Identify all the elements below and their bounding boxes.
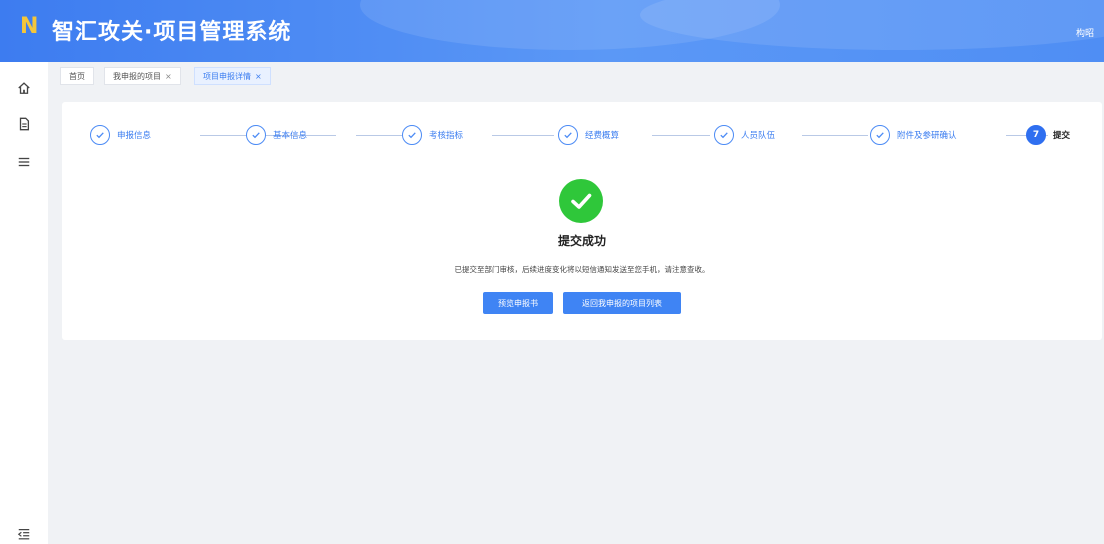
home-icon[interactable] bbox=[14, 78, 34, 98]
step-connector bbox=[802, 135, 868, 136]
header-decoration bbox=[640, 0, 1104, 50]
step-5: 人员队伍 bbox=[714, 124, 775, 146]
step-2: 基本信息 bbox=[246, 124, 307, 146]
top-header: N 智汇攻关·项目管理系统 构昭 bbox=[0, 0, 1104, 62]
result-title: 提交成功 bbox=[557, 234, 606, 248]
app-title: 智汇攻关·项目管理系统 bbox=[52, 20, 292, 45]
check-icon bbox=[246, 125, 266, 145]
tab-bar: 首页 我申报的项目 × 项目申报详情 × bbox=[48, 62, 1104, 92]
preview-application-button[interactable]: 预览申报书 bbox=[483, 292, 553, 314]
step-label: 经费概算 bbox=[585, 131, 620, 141]
tab-home[interactable]: 首页 bbox=[60, 67, 94, 85]
check-icon bbox=[558, 125, 578, 145]
step-connector bbox=[356, 135, 402, 136]
check-icon bbox=[90, 125, 110, 145]
step-label: 附件及参研确认 bbox=[897, 131, 957, 141]
step-label: 提交 bbox=[1053, 131, 1071, 141]
tab-my-projects[interactable]: 我申报的项目 × bbox=[104, 67, 181, 85]
user-name[interactable]: 构昭 bbox=[1076, 26, 1094, 39]
close-icon[interactable]: × bbox=[255, 72, 262, 81]
step-connector bbox=[652, 135, 710, 136]
step-7: 7 提交 bbox=[1026, 124, 1070, 146]
step-6: 附件及参研确认 bbox=[870, 124, 957, 146]
menu-icon[interactable] bbox=[14, 152, 34, 172]
result-description: 已提交至部门审核，后续进度变化将以短信通知发送至您手机，请注意查收。 bbox=[454, 265, 710, 274]
step-label: 考核指标 bbox=[429, 131, 464, 141]
check-icon bbox=[714, 125, 734, 145]
document-icon[interactable] bbox=[14, 114, 34, 134]
step-4: 经费概算 bbox=[558, 124, 619, 146]
step-label: 基本信息 bbox=[273, 131, 308, 141]
step-label: 人员队伍 bbox=[741, 131, 776, 141]
tab-project-detail[interactable]: 项目申报详情 × bbox=[194, 67, 271, 85]
progress-steps: 申报信息 基本信息 考核指标 经费概算 人员队伍 附件及参研确认 7 提交 bbox=[90, 124, 1080, 146]
main-card: 申报信息 基本信息 考核指标 经费概算 人员队伍 附件及参研确认 7 提交 提交… bbox=[62, 102, 1102, 340]
back-to-list-button[interactable]: 返回我申报的项目列表 bbox=[563, 292, 681, 314]
step-connector bbox=[492, 135, 554, 136]
step-3: 考核指标 bbox=[402, 124, 463, 146]
tab-label: 项目申报详情 bbox=[203, 71, 251, 81]
tab-label: 首页 bbox=[69, 71, 85, 81]
collapse-icon[interactable] bbox=[14, 524, 34, 544]
success-check-icon bbox=[559, 179, 603, 223]
step-number: 7 bbox=[1026, 125, 1046, 145]
sidebar bbox=[0, 62, 48, 544]
tab-label: 我申报的项目 bbox=[113, 71, 161, 81]
step-label: 申报信息 bbox=[117, 131, 152, 141]
close-icon[interactable]: × bbox=[165, 72, 172, 81]
step-1: 申报信息 bbox=[90, 124, 151, 146]
check-icon bbox=[870, 125, 890, 145]
check-icon bbox=[402, 125, 422, 145]
app-logo: N bbox=[20, 14, 39, 39]
